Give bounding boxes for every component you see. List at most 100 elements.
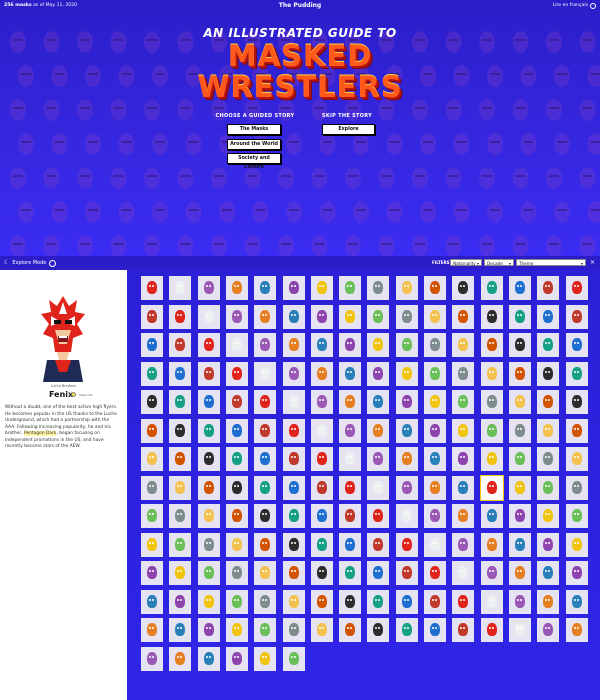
mask-tile[interactable] [339,504,362,528]
mask-tile[interactable] [424,475,446,500]
mask-tile[interactable] [565,475,588,500]
mask-tile[interactable] [339,390,362,414]
mask-tile[interactable] [480,618,503,642]
mask-tile[interactable] [395,361,418,386]
mask-tile[interactable] [310,589,333,614]
mask-tile[interactable] [452,618,475,642]
story-button-masks[interactable]: The Masks [227,124,281,135]
mask-tile[interactable] [169,390,192,414]
mask-tile[interactable] [508,276,531,300]
mask-tile[interactable] [339,276,362,300]
mask-tile[interactable] [480,390,503,414]
mask-tile[interactable] [424,561,446,585]
mask-tile[interactable] [197,276,220,300]
mask-tile[interactable] [282,361,305,386]
mask-tile[interactable] [254,390,277,414]
mask-tile[interactable] [197,618,220,642]
mask-tile[interactable] [310,361,333,386]
mask-tile[interactable] [395,276,418,300]
mask-tile[interactable] [480,447,503,471]
mask-tile[interactable] [480,532,503,557]
mask-tile[interactable] [197,504,220,528]
mask-tile[interactable] [339,447,362,471]
mask-tile[interactable] [282,532,305,557]
nationality-filter[interactable]: Nationality ▾ [450,259,482,266]
mask-tile[interactable] [508,361,531,386]
mask-tile[interactable] [282,418,305,443]
mask-tile[interactable] [452,418,475,443]
mask-tile-selected[interactable] [479,474,504,501]
mask-tile[interactable] [197,475,220,500]
mask-tile[interactable] [169,646,192,671]
mask-tile[interactable] [310,418,333,443]
mask-tile[interactable] [310,532,333,557]
mask-tile[interactable] [565,333,588,357]
mask-tile[interactable] [480,504,503,528]
mask-tile[interactable] [339,618,362,642]
mask-tile[interactable] [565,304,588,329]
mask-tile[interactable] [452,333,475,357]
mask-tile[interactable] [367,589,390,614]
mask-tile[interactable] [169,418,192,443]
mask-tile[interactable] [141,361,163,386]
mask-tile[interactable] [424,418,446,443]
mask-tile[interactable] [282,618,305,642]
mask-tile[interactable] [395,532,418,557]
mask-tile[interactable] [254,304,277,329]
mask-tile[interactable] [565,589,588,614]
mask-tile[interactable] [282,589,305,614]
mask-tile[interactable] [339,589,362,614]
mask-tile[interactable] [367,304,390,329]
mask-tile[interactable] [169,333,192,357]
mask-tile[interactable] [452,361,475,386]
mask-tile[interactable] [169,276,192,300]
mask-tile[interactable] [141,561,163,585]
mask-tile[interactable] [367,418,390,443]
mask-tile[interactable] [254,475,277,500]
story-button-society[interactable]: Society and Culture [227,153,281,170]
mask-tile[interactable] [367,333,390,357]
mask-tile[interactable] [565,418,588,443]
mask-tile[interactable] [424,276,446,300]
mask-tile[interactable] [197,646,220,671]
mask-tile[interactable] [508,447,531,471]
mask-tile[interactable] [282,504,305,528]
mask-tile[interactable] [537,618,560,642]
mask-tile[interactable] [225,561,248,585]
mask-tile[interactable] [141,618,163,642]
mask-tile[interactable] [537,418,560,443]
mask-tile[interactable] [395,618,418,642]
mask-tile[interactable] [480,276,503,300]
mask-tile[interactable] [254,333,277,357]
mask-tile[interactable] [508,333,531,357]
mask-tile[interactable] [508,532,531,557]
mask-tile[interactable] [339,333,362,357]
mask-tile[interactable] [197,418,220,443]
mask-tile[interactable] [197,447,220,471]
mask-tile[interactable] [367,390,390,414]
mask-tile[interactable] [395,333,418,357]
language-link[interactable]: Lire en français [553,0,596,12]
mask-tile[interactable] [141,276,163,300]
mask-tile[interactable] [225,475,248,500]
mask-tile[interactable] [565,561,588,585]
mask-tile[interactable] [225,304,248,329]
mask-tile[interactable] [395,561,418,585]
close-icon[interactable]: × [590,256,595,270]
mask-tile[interactable] [141,646,163,671]
mask-tile[interactable] [339,304,362,329]
mask-tile[interactable] [565,390,588,414]
mask-tile[interactable] [141,532,163,557]
mask-tile[interactable] [480,361,503,386]
mask-tile[interactable] [565,447,588,471]
mask-tile[interactable] [282,447,305,471]
mask-tile[interactable] [424,589,446,614]
mask-tile[interactable] [169,475,192,500]
mask-tile[interactable] [367,618,390,642]
mask-tile[interactable] [565,504,588,528]
decade-filter[interactable]: Decade ▾ [484,259,514,266]
mask-tile[interactable] [225,361,248,386]
mask-tile[interactable] [424,304,446,329]
mask-tile[interactable] [537,475,560,500]
mask-tile[interactable] [310,618,333,642]
